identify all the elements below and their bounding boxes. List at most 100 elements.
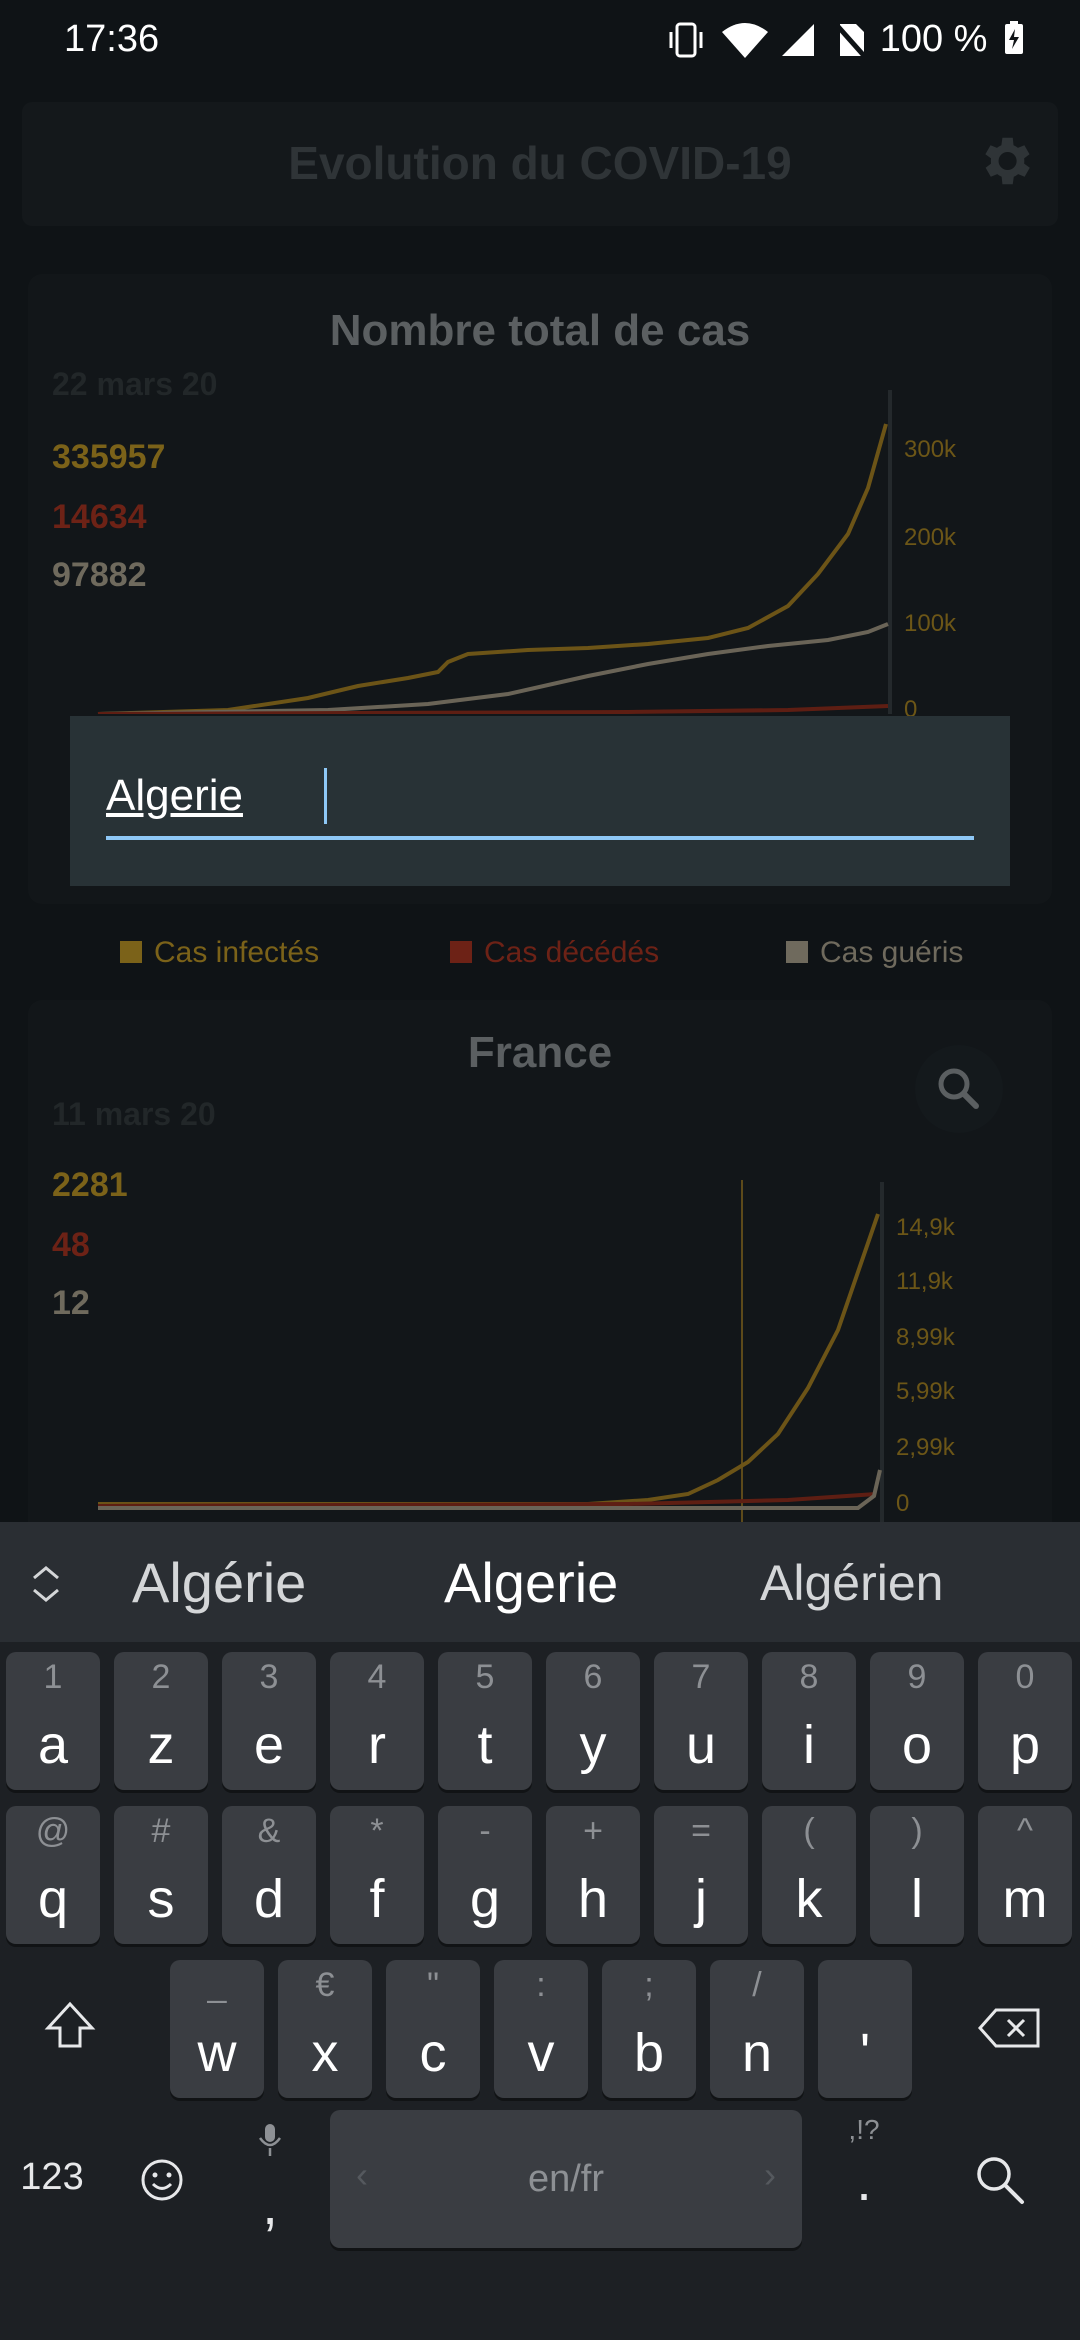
key-label: u [685, 1715, 717, 1775]
key-f[interactable]: * f [330, 1806, 424, 1944]
key-label: o [901, 1715, 933, 1775]
suggestion-3[interactable]: Algérien [760, 1554, 943, 1612]
wifi-icon [722, 23, 768, 58]
battery-charging-icon [1005, 21, 1023, 54]
key-label: v [527, 2023, 555, 2083]
app-title: Evolution du COVID-19 [288, 137, 792, 189]
legend-recovered-label: Cas guéris [820, 936, 964, 969]
backspace-key[interactable] [978, 2006, 1042, 2050]
key-label: i [803, 1715, 815, 1775]
key-label: f [369, 1869, 385, 1929]
country-y-tick: 11,9k [896, 1268, 953, 1295]
key-i[interactable]: 8i [762, 1652, 856, 1790]
key-p[interactable]: 0p [978, 1652, 1072, 1790]
emoji-icon [141, 2159, 183, 2201]
space-key[interactable]: ‹ en/fr › [330, 2110, 802, 2248]
emoji-key[interactable] [138, 2156, 186, 2204]
key-hint: ^ [1017, 1812, 1033, 1850]
key-b[interactable]: ; b [602, 1960, 696, 2098]
country-y-tick: 2,99k [896, 1434, 955, 1461]
shift-key[interactable] [40, 1996, 100, 2056]
legend-infected-swatch [120, 941, 142, 964]
key-label: k [795, 1869, 823, 1929]
key-apostrophe[interactable]: ' [818, 1960, 912, 2098]
key-hint: * [370, 1812, 384, 1850]
key-label: m [1002, 1869, 1048, 1929]
key-r[interactable]: 4r [330, 1652, 424, 1790]
country-card: France 11 mars 20 2281 48 12 14,9k 11,9k… [28, 1000, 1052, 1540]
expand-toolbar-icon[interactable] [26, 1562, 66, 1606]
key-hint: 8 [799, 1658, 819, 1696]
suggestion-2[interactable]: Algerie [444, 1550, 618, 1615]
key-d[interactable]: & d [222, 1806, 316, 1944]
text-cursor [324, 768, 327, 824]
key-hint: 2 [151, 1658, 171, 1696]
key-label: t [477, 1715, 493, 1775]
key-t[interactable]: 5t [438, 1652, 532, 1790]
key-j[interactable]: = j [654, 1806, 748, 1944]
key-s[interactable]: # s [114, 1806, 208, 1944]
key-y[interactable]: 6y [546, 1652, 640, 1790]
space-language-label: en/fr [527, 2158, 605, 2200]
key-l[interactable]: ) l [870, 1806, 964, 1944]
key-hint: 6 [583, 1658, 603, 1696]
total-infected-line [97, 423, 888, 714]
search-input[interactable] [106, 764, 974, 828]
country-y-tick: 8,99k [896, 1324, 955, 1351]
key-u[interactable]: 7u [654, 1652, 748, 1790]
legend-infected-label: Cas infectés [154, 936, 320, 969]
suggestion-1[interactable]: Algérie [132, 1550, 306, 1615]
numbers-key[interactable]: 123 [16, 2156, 88, 2199]
key-hint: 7 [691, 1658, 711, 1696]
key-m[interactable]: ^ m [978, 1806, 1072, 1944]
key-hint: 1 [43, 1658, 63, 1696]
backspace-icon [978, 2008, 1040, 2048]
key-hint: € [315, 1966, 335, 2004]
total-cases-chart [97, 390, 892, 714]
key-hint: = [691, 1812, 711, 1850]
key-label: w [197, 2023, 237, 2083]
key-k[interactable]: (k [762, 1806, 856, 1944]
key-h[interactable]: + h [546, 1806, 640, 1944]
key-hint: 4 [367, 1658, 387, 1696]
key-label: e [253, 1715, 285, 1775]
key-x[interactable]: € x [278, 1960, 372, 2098]
search-input-underline [106, 836, 974, 840]
key-hint: - [479, 1812, 491, 1850]
key-v[interactable]: :v [494, 1960, 588, 2098]
settings-gear-icon[interactable] [974, 130, 1036, 192]
vibrate-icon [669, 22, 703, 58]
period-key[interactable]: . [842, 2148, 886, 2213]
key-label: ' [859, 2023, 871, 2083]
key-c[interactable]: " c [386, 1960, 480, 2098]
signal-icon [782, 24, 814, 56]
status-time: 17:36 [64, 18, 160, 60]
key-a[interactable]: 1a [6, 1652, 100, 1790]
key-w[interactable]: _ w [170, 1960, 264, 2098]
search-dialog [70, 716, 1010, 886]
space-right-arrow-icon: › [764, 2154, 776, 2195]
search-action-key[interactable] [972, 2152, 1028, 2208]
key-q[interactable]: @ q [6, 1806, 100, 1944]
key-label: d [253, 1869, 285, 1929]
period-hint: ,!? [848, 2114, 880, 2145]
comma-key[interactable]: , [248, 2172, 292, 2237]
key-label: x [311, 2023, 339, 2083]
mic-icon [258, 2124, 282, 2156]
key-hint: 0 [1015, 1658, 1035, 1696]
battery-text: 100 % [879, 18, 988, 60]
key-label: y [579, 1715, 607, 1775]
key-hint: + [583, 1812, 603, 1850]
key-hint: ) [911, 1812, 923, 1850]
key-hint: 9 [907, 1658, 927, 1696]
key-label: z [147, 1715, 175, 1775]
key-label: c [419, 2023, 447, 2083]
key-z[interactable]: 2z [114, 1652, 208, 1790]
key-hint: # [151, 1812, 171, 1850]
no-sim-icon [832, 20, 868, 60]
key-n[interactable]: / n [710, 1960, 804, 2098]
key-g[interactable]: -g [438, 1806, 532, 1944]
key-o[interactable]: 9o [870, 1652, 964, 1790]
key-hint: _ [207, 1966, 227, 2004]
key-e[interactable]: 3e [222, 1652, 316, 1790]
